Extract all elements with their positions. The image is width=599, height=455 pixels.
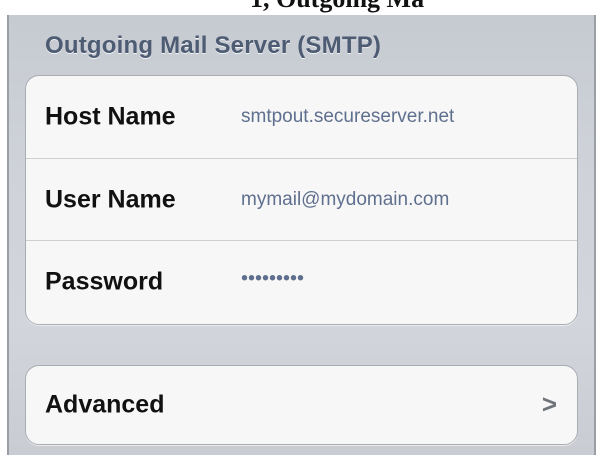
user-name-row[interactable]: User Name mymail@mydomain.com	[26, 158, 577, 241]
host-name-row[interactable]: Host Name smtpout.secureserver.net	[26, 76, 577, 158]
password-row[interactable]: Password •••••••••	[26, 240, 577, 323]
password-label: Password	[45, 267, 164, 296]
settings-screen: Outgoing Mail Server (SMTP) Host Name sm…	[7, 15, 596, 455]
advanced-label: Advanced	[45, 390, 165, 419]
host-name-field[interactable]: smtpout.secureserver.net	[241, 106, 454, 128]
advanced-group: Advanced >	[25, 365, 578, 445]
page-caption: 1, Outgoing Ma	[250, 0, 424, 14]
chevron-right-icon: >	[541, 388, 557, 419]
user-name-field[interactable]: mymail@mydomain.com	[241, 189, 449, 211]
smtp-section-header: Outgoing Mail Server (SMTP)	[45, 32, 382, 59]
user-name-label: User Name	[45, 185, 176, 214]
advanced-row[interactable]: Advanced >	[26, 366, 577, 444]
smtp-settings-group: Host Name smtpout.secureserver.net User …	[25, 75, 578, 325]
device-screen-photo: 1, Outgoing Ma Outgoing Mail Server (SMT…	[0, 0, 599, 455]
password-field[interactable]: •••••••••	[241, 267, 304, 290]
host-name-label: Host Name	[45, 102, 176, 131]
